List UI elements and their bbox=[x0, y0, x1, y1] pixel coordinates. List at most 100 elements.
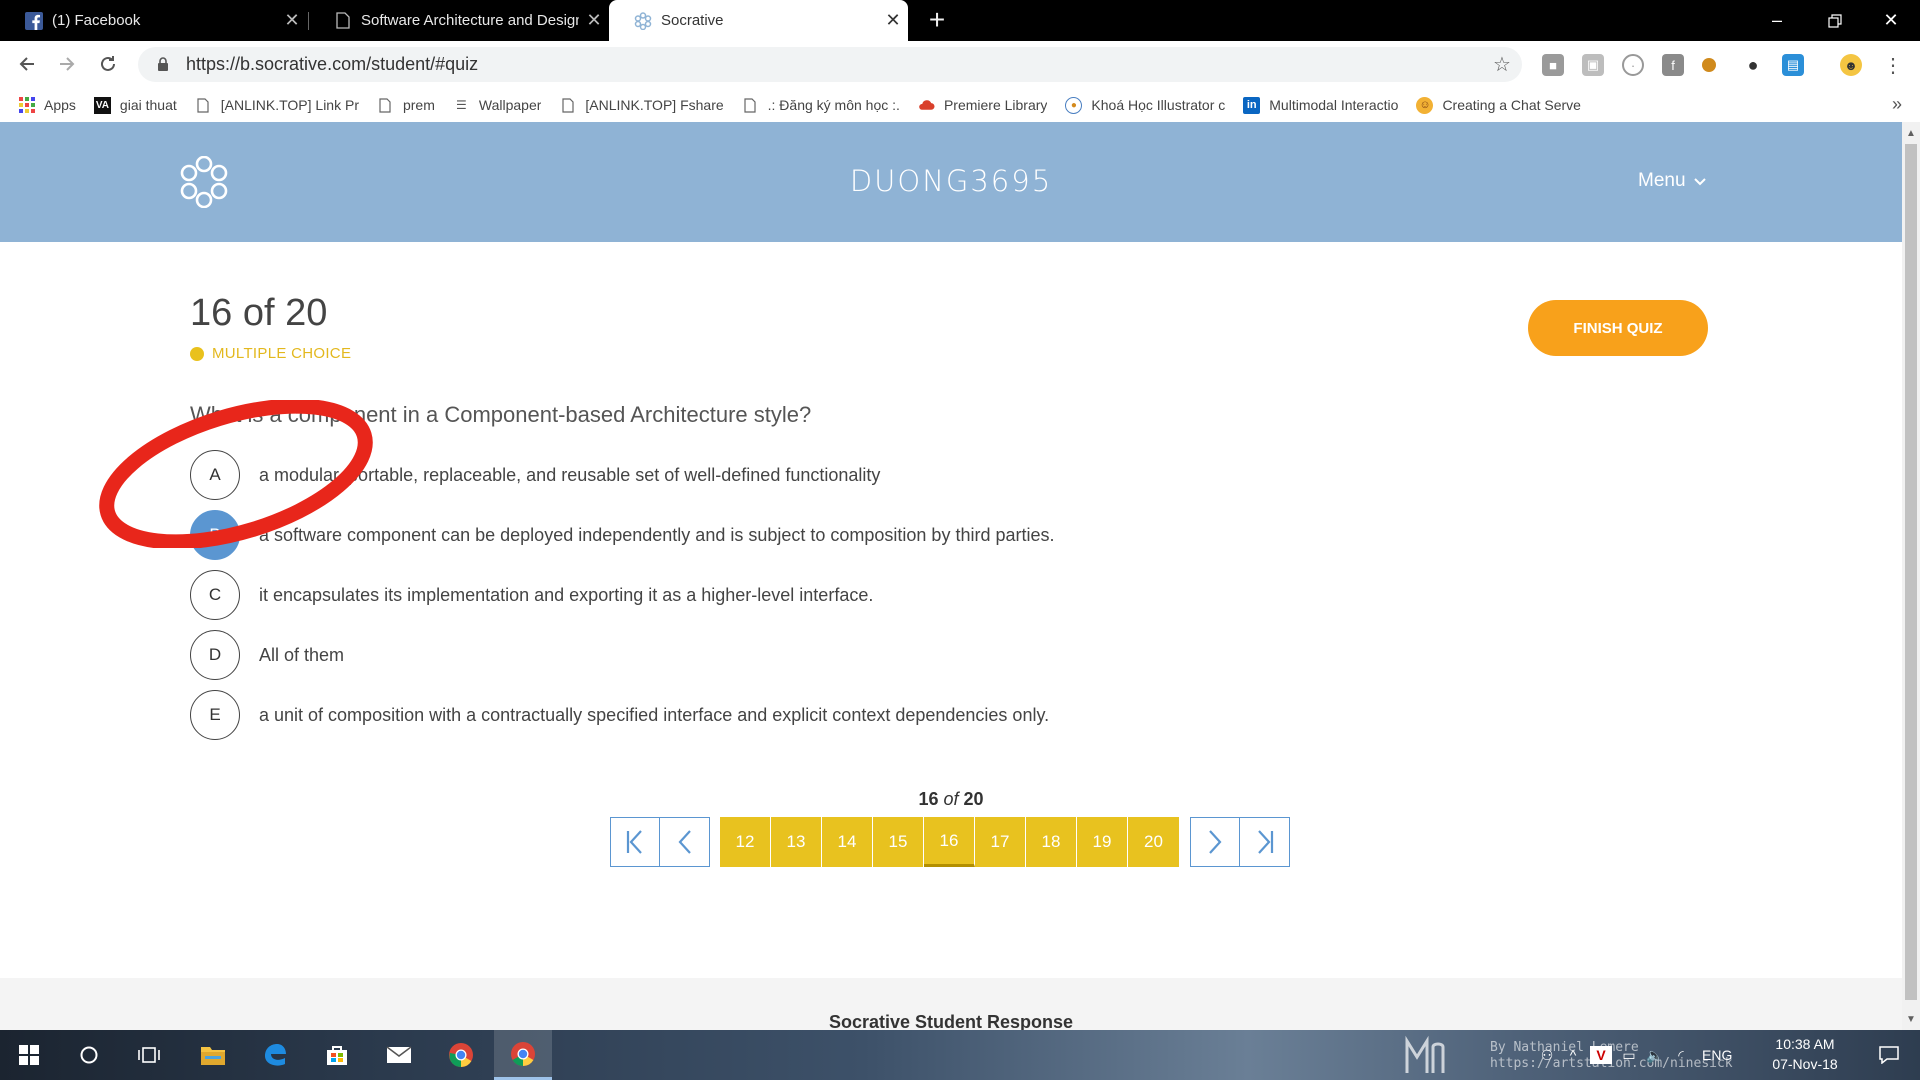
window-close-icon[interactable]: ✕ bbox=[1862, 0, 1920, 41]
tab-socrative[interactable]: Socrative ✕ bbox=[609, 0, 908, 41]
scroll-down-icon[interactable]: ▼ bbox=[1906, 1014, 1916, 1025]
page-number-list: 12 13 14 15 16 17 18 19 20 bbox=[720, 817, 1179, 867]
language-indicator[interactable]: ENG bbox=[1702, 1047, 1732, 1063]
bookmark-star-icon[interactable]: ☆ bbox=[1482, 52, 1522, 77]
tab-close-icon[interactable]: ✕ bbox=[878, 10, 908, 31]
volume-muted-icon[interactable]: 🔈 bbox=[1642, 1047, 1668, 1064]
bookmark-multimodal[interactable]: in Multimodal Interactio bbox=[1243, 96, 1398, 114]
page-button-16[interactable]: 16 bbox=[924, 817, 975, 867]
antivirus-icon[interactable]: V bbox=[1590, 1046, 1612, 1064]
first-page-button[interactable] bbox=[610, 817, 660, 867]
page-button-13[interactable]: 13 bbox=[771, 817, 822, 867]
extension-cast-icon[interactable]: ▣ bbox=[1582, 54, 1604, 76]
new-tab-icon[interactable]: + bbox=[922, 4, 952, 36]
wifi-icon[interactable]: ◜ bbox=[1668, 1047, 1694, 1064]
back-icon[interactable] bbox=[12, 49, 42, 79]
bookmark-label: .: Đăng ký môn học :. bbox=[767, 97, 900, 113]
answer-letter[interactable]: C bbox=[190, 570, 240, 620]
answer-option-e[interactable]: E a unit of composition with a contractu… bbox=[190, 690, 1049, 740]
red-circle-annotation bbox=[99, 400, 373, 548]
page-button-18[interactable]: 18 bbox=[1026, 817, 1077, 867]
pager-start-group bbox=[610, 817, 710, 867]
tab-title: Socrative bbox=[661, 12, 724, 29]
question-type-label: MULTIPLE CHOICE bbox=[212, 345, 352, 362]
bookmark-anlink-link[interactable]: [ANLINK.TOP] Link Pr bbox=[195, 97, 359, 114]
extension-cube-icon[interactable]: ■ bbox=[1542, 54, 1564, 76]
page-scrollbar[interactable]: ▲ ▼ bbox=[1902, 122, 1920, 1030]
bookmark-khoa-hoc[interactable]: ● Khoá Học Illustrator c bbox=[1065, 96, 1226, 114]
action-center-icon[interactable] bbox=[1860, 1030, 1918, 1080]
reload-icon[interactable] bbox=[93, 49, 123, 79]
page-button-14[interactable]: 14 bbox=[822, 817, 873, 867]
extension-drop-icon[interactable]: ● bbox=[1742, 54, 1764, 76]
browser-menu-icon[interactable]: ⋮ bbox=[1882, 54, 1904, 77]
cloud-icon bbox=[918, 97, 935, 114]
answer-option-c[interactable]: C it encapsulates its implementation and… bbox=[190, 570, 873, 620]
question-counter: 16 of 20 bbox=[190, 292, 328, 334]
menu-button[interactable]: Menu bbox=[1638, 170, 1706, 192]
profile-avatar-icon[interactable]: ☻ bbox=[1840, 54, 1862, 76]
chrome-icon[interactable] bbox=[432, 1030, 490, 1080]
windows-start-icon[interactable] bbox=[0, 1030, 58, 1080]
bookmark-premiere-library[interactable]: Premiere Library bbox=[918, 97, 1047, 114]
previous-page-button[interactable] bbox=[660, 817, 710, 867]
bookmark-label: Premiere Library bbox=[943, 97, 1048, 113]
answer-option-d[interactable]: D All of them bbox=[190, 630, 344, 680]
battery-icon[interactable]: ▭ bbox=[1616, 1047, 1642, 1064]
page-button-12[interactable]: 12 bbox=[720, 817, 771, 867]
extension-facebook-icon[interactable]: f bbox=[1662, 54, 1684, 76]
mail-icon[interactable] bbox=[370, 1030, 428, 1080]
cortana-search-icon[interactable] bbox=[60, 1030, 118, 1080]
forward-icon[interactable] bbox=[52, 49, 82, 79]
room-name: DUONG3695 bbox=[849, 164, 1053, 198]
restore-icon[interactable] bbox=[1806, 0, 1864, 41]
socrative-footer: Socrative Student Response bbox=[0, 978, 1902, 1030]
scrollbar-thumb[interactable] bbox=[1905, 144, 1917, 1000]
file-explorer-icon[interactable] bbox=[184, 1030, 242, 1080]
answer-letter[interactable]: D bbox=[190, 630, 240, 680]
clock-date: 07-Nov-18 bbox=[1772, 1056, 1838, 1072]
bookmark-label: Khoá Học Illustrator c bbox=[1091, 97, 1226, 113]
extension-circle-icon[interactable]: · bbox=[1622, 54, 1644, 76]
address-bar[interactable]: https://b.socrative.com/student/#quiz ☆ bbox=[138, 47, 1522, 82]
bookmarks-overflow-icon[interactable]: » bbox=[1892, 94, 1902, 115]
chrome-active-icon[interactable] bbox=[494, 1030, 552, 1080]
document-icon bbox=[195, 97, 212, 114]
bookmark-dang-ky[interactable]: .: Đăng ký môn học :. bbox=[742, 97, 900, 114]
wallpaper-signature-logo-icon bbox=[1398, 1030, 1452, 1080]
people-icon[interactable]: ⚇ bbox=[1534, 1047, 1560, 1064]
tray-expand-icon[interactable]: ^ bbox=[1560, 1047, 1586, 1063]
user-icon: ☺ bbox=[1416, 96, 1434, 114]
page-button-15[interactable]: 15 bbox=[873, 817, 924, 867]
last-page-button[interactable] bbox=[1240, 817, 1290, 867]
document-icon bbox=[742, 97, 759, 114]
edge-browser-icon[interactable] bbox=[246, 1030, 304, 1080]
bookmark-wallpaper[interactable]: ☰ Wallpaper bbox=[453, 97, 541, 114]
scroll-up-icon[interactable]: ▲ bbox=[1906, 128, 1916, 139]
taskbar-clock[interactable]: 10:38 AM 07-Nov-18 bbox=[1760, 1034, 1850, 1074]
next-page-button[interactable] bbox=[1190, 817, 1240, 867]
tab-facebook[interactable]: (1) Facebook ✕ bbox=[0, 0, 307, 41]
bookmark-label: prem bbox=[402, 97, 435, 113]
bookmark-label: [ANLINK.TOP] Link Pr bbox=[220, 97, 359, 113]
bookmark-prem[interactable]: prem bbox=[377, 97, 435, 114]
page-button-20[interactable]: 20 bbox=[1128, 817, 1179, 867]
extension-translate-icon[interactable]: ▤ bbox=[1782, 54, 1804, 76]
answer-letter[interactable]: E bbox=[190, 690, 240, 740]
bookmark-apps[interactable]: Apps bbox=[18, 97, 76, 114]
page-button-17[interactable]: 17 bbox=[975, 817, 1026, 867]
bookmark-anlink-fshare[interactable]: [ANLINK.TOP] Fshare bbox=[559, 97, 724, 114]
page-button-19[interactable]: 19 bbox=[1077, 817, 1128, 867]
bookmark-giai-thuat[interactable]: VA giai thuat bbox=[93, 96, 177, 114]
tab-close-icon[interactable]: ✕ bbox=[579, 10, 609, 31]
pager-of: of bbox=[943, 789, 959, 809]
bookmark-label: [ANLINK.TOP] Fshare bbox=[585, 97, 724, 113]
minimize-icon[interactable]: – bbox=[1748, 0, 1806, 41]
task-view-icon[interactable] bbox=[120, 1030, 178, 1080]
store-icon[interactable] bbox=[308, 1030, 366, 1080]
tab-close-icon[interactable]: ✕ bbox=[277, 10, 307, 31]
bookmark-chat-server[interactable]: ☺ Creating a Chat Serve bbox=[1416, 96, 1581, 114]
finish-quiz-button[interactable]: FINISH QUIZ bbox=[1528, 300, 1708, 356]
extension-cookie-icon[interactable] bbox=[1702, 58, 1716, 72]
tab-software-architecture[interactable]: Software Architecture and Design ✕ bbox=[309, 0, 609, 41]
